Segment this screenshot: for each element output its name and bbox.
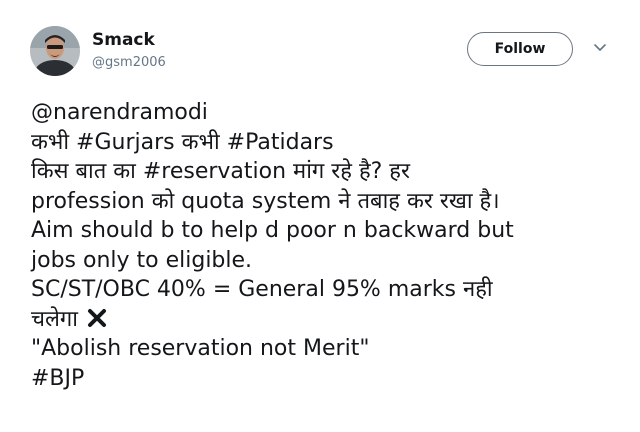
- tweet-line: profession को quota system ने तबाह कर रख…: [31, 188, 500, 214]
- tweet-line-text: चलेगा: [31, 306, 78, 332]
- tweet-line: किस बात का #reservation मांग रहे है? हर: [31, 159, 410, 184]
- profile-photo-icon: [30, 26, 80, 76]
- tweet-line-hashtag[interactable]: #BJP: [31, 364, 631, 394]
- tweet-line: SC/ST/OBC 40% = General 95% marks नही: [31, 277, 493, 302]
- tweet-line: jobs only to eligible.: [31, 247, 253, 273]
- cross-mark-icon: [87, 308, 106, 327]
- follow-button[interactable]: Follow: [467, 32, 573, 66]
- tweet-line-with-emoji: चलेगा: [31, 305, 631, 335]
- tweet-text: @narendramodi कभी #Gurjars कभी #Patidars…: [31, 98, 631, 393]
- avatar[interactable]: [30, 26, 80, 76]
- display-name[interactable]: Smack: [92, 30, 155, 50]
- tweet-line-mention[interactable]: @narendramodi: [31, 98, 631, 128]
- tweet-line: "Abolish reservation not Merit": [31, 336, 370, 361]
- chevron-down-icon[interactable]: [592, 41, 608, 55]
- user-handle[interactable]: @gsm2006: [92, 55, 166, 70]
- tweet-card: Smack @gsm2006 Follow @narendramodi कभी …: [0, 0, 640, 432]
- tweet-line: Aim should b to help d poor n backward b…: [31, 218, 514, 243]
- tweet-line: कभी #Gurjars कभी #Patidars: [31, 129, 334, 155]
